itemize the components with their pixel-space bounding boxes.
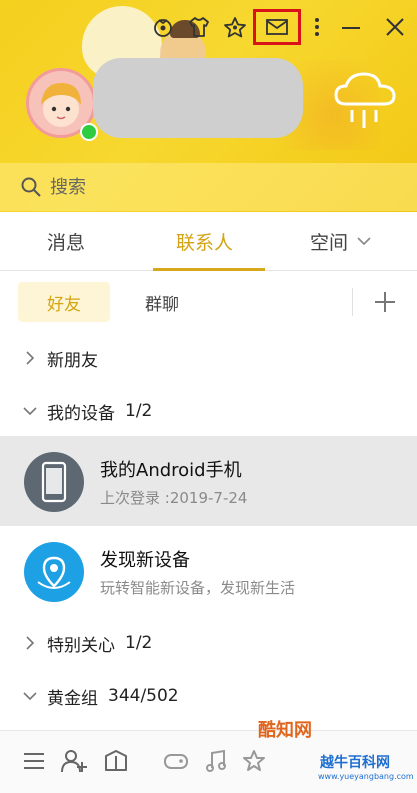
- tab-qzone[interactable]: 空间: [310, 212, 372, 270]
- device-last-login: 上次登录 :2019-7-24: [100, 489, 248, 507]
- device-name: 我的Android手机: [100, 460, 242, 481]
- search-bar: [0, 163, 417, 211]
- title-bar-icons: [145, 9, 417, 45]
- group-new-friends[interactable]: 新朋友: [0, 336, 417, 380]
- star-icon[interactable]: [217, 10, 253, 44]
- tab-contacts[interactable]: 联系人: [176, 212, 233, 270]
- list-item[interactable]: 我的Android手机 上次登录 :2019-7-24: [0, 436, 417, 526]
- qzone-icon[interactable]: [238, 745, 270, 777]
- tab-qzone-label: 空间: [310, 231, 349, 254]
- close-icon[interactable]: [373, 10, 417, 44]
- watermark-logo: 酷知网: [258, 720, 312, 741]
- profile-header: [0, 0, 417, 212]
- watermark-logo-2: 越牛百科网: [320, 755, 390, 771]
- music-icon[interactable]: [200, 745, 232, 777]
- phone-icon: [24, 452, 84, 512]
- game-icon[interactable]: [160, 745, 192, 777]
- subtab-groups[interactable]: 群聊: [116, 282, 208, 322]
- add-contact-icon[interactable]: [58, 745, 90, 777]
- device-description: 玩转智能新设备，发现新生活: [100, 579, 296, 597]
- search-input[interactable]: [50, 176, 350, 198]
- weather-icon[interactable]: [330, 70, 402, 136]
- group-label: 新朋友: [47, 350, 98, 371]
- contact-subtabs: 好友 群聊: [0, 282, 417, 322]
- chevron-right-icon: [20, 635, 40, 651]
- mail-icon[interactable]: [253, 9, 301, 45]
- list-item[interactable]: 发现新设备 玩转智能新设备，发现新生活: [0, 526, 417, 616]
- discover-device-icon: [24, 542, 84, 602]
- group-my-devices[interactable]: 我的设备 1/2: [0, 389, 417, 433]
- more-icon[interactable]: [305, 10, 329, 44]
- group-count: 1/2: [125, 401, 153, 421]
- group-label: 特别关心: [47, 635, 115, 656]
- plus-icon: [375, 292, 395, 312]
- group-gold[interactable]: 黄金组 344/502: [0, 674, 417, 718]
- group-special-care[interactable]: 特别关心 1/2: [0, 621, 417, 665]
- minimize-icon[interactable]: [329, 10, 373, 44]
- device-name: 发现新设备: [100, 550, 190, 571]
- divider: [352, 288, 353, 316]
- add-button[interactable]: [368, 282, 402, 322]
- menu-icon[interactable]: [18, 745, 50, 777]
- app-manager-icon[interactable]: [100, 745, 132, 777]
- watermark-url: www.yueyangbang.com: [318, 772, 414, 781]
- group-label: 黄金组: [47, 688, 98, 709]
- chevron-down-icon: [20, 406, 40, 416]
- shirt-icon[interactable]: [181, 10, 217, 44]
- group-count: 344/502: [108, 686, 179, 706]
- chevron-down-icon: [20, 691, 40, 701]
- chevron-down-icon: [357, 237, 371, 246]
- search-icon: [21, 177, 41, 197]
- tab-messages[interactable]: 消息: [47, 212, 85, 270]
- group-count: 1/2: [125, 633, 153, 653]
- blurred-nickname: [93, 58, 303, 138]
- group-label: 我的设备: [47, 403, 115, 424]
- chevron-right-icon: [20, 350, 40, 366]
- subtab-friends[interactable]: 好友: [18, 282, 110, 322]
- skin-icon[interactable]: [145, 10, 181, 44]
- active-tab-indicator: [153, 268, 265, 271]
- main-tabs: 消息 联系人 空间: [0, 212, 417, 271]
- online-status-dot[interactable]: [80, 123, 98, 141]
